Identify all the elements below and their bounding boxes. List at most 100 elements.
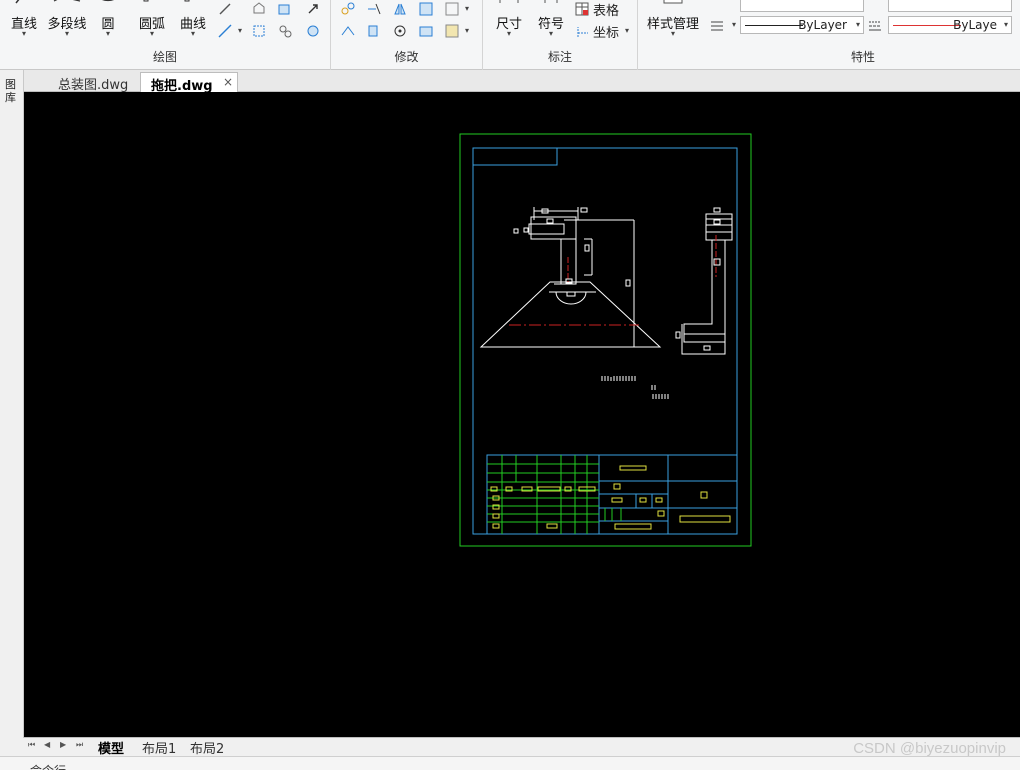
rotate-tool-icon[interactable] bbox=[391, 22, 409, 40]
drawing-svg bbox=[459, 133, 752, 547]
curve-button[interactable]: 曲线 ▾ bbox=[176, 0, 210, 44]
arc-icon bbox=[142, 0, 162, 9]
color-line-preview bbox=[893, 25, 961, 26]
arc-button[interactable]: 圆弧 ▾ bbox=[133, 0, 171, 44]
next-layout-icon[interactable]: ▶ bbox=[60, 740, 66, 749]
chevron-down-icon[interactable]: ▾ bbox=[238, 26, 242, 35]
style-manager-icon bbox=[658, 0, 688, 9]
style-panel: 样式管理 ▾ bbox=[638, 0, 706, 70]
tech-notes bbox=[601, 376, 669, 399]
command-line-label: 命令行 bbox=[30, 762, 66, 770]
lineweight-icon[interactable] bbox=[708, 16, 726, 34]
chevron-down-icon[interactable]: ▾ bbox=[465, 26, 469, 35]
move-tool-icon[interactable] bbox=[339, 0, 357, 18]
color-combo[interactable] bbox=[888, 0, 1012, 12]
drawing-canvas[interactable] bbox=[24, 92, 1020, 738]
chevron-down-icon: ▾ bbox=[21, 29, 26, 38]
linetype-value: ByLayer bbox=[798, 18, 847, 32]
modify-panel: ▾ ▾ 修改 bbox=[331, 0, 483, 70]
tab-model[interactable]: 模型 bbox=[98, 738, 124, 757]
fillet-tool-icon[interactable] bbox=[443, 22, 461, 40]
circle-button[interactable]: 圆 ▾ bbox=[92, 0, 124, 44]
last-layout-icon[interactable]: ⏭ bbox=[76, 740, 83, 750]
dimension-markers-side bbox=[675, 207, 721, 351]
close-icon[interactable]: × bbox=[223, 75, 233, 89]
stretch-tool-icon[interactable] bbox=[339, 22, 357, 40]
left-palette-strip: 图库 bbox=[0, 70, 24, 738]
style-manager-button[interactable]: 样式管理 ▾ bbox=[642, 0, 704, 44]
prev-layout-icon[interactable]: ◀ bbox=[44, 740, 50, 749]
modify-panel-title: 修改 bbox=[394, 50, 419, 64]
trim-tool-icon[interactable] bbox=[365, 0, 383, 18]
sheet-border bbox=[459, 133, 752, 547]
first-layout-icon[interactable]: ⏮ bbox=[28, 740, 35, 750]
coordinate-icon[interactable] bbox=[573, 22, 591, 40]
chevron-down-icon[interactable]: ▾ bbox=[625, 26, 629, 35]
chevron-down-icon[interactable]: ▾ bbox=[465, 4, 469, 13]
dimension-icon bbox=[497, 0, 521, 9]
properties-panel-title: 特性 bbox=[850, 50, 875, 64]
tab-layout-2[interactable]: 布局2 bbox=[190, 738, 224, 757]
drawing-frame bbox=[472, 147, 738, 535]
palette-tab-library[interactable]: 图库 bbox=[5, 78, 19, 104]
chevron-down-icon: ▾ bbox=[548, 29, 553, 38]
dimension-button[interactable]: 尺寸 ▾ bbox=[493, 0, 525, 44]
offset-tool-icon[interactable] bbox=[417, 22, 435, 40]
tab-mop-drawing[interactable]: 拖把.dwg × bbox=[140, 72, 238, 94]
tab-label: 总装图.dwg bbox=[58, 78, 129, 93]
watermark: CSDN @biyezuopinvip bbox=[853, 740, 1006, 757]
array-tool-icon[interactable] bbox=[443, 0, 461, 18]
pointer-tool-icon[interactable] bbox=[304, 0, 322, 18]
annotate-panel-title: 标注 bbox=[547, 50, 572, 64]
color-value: ByLaye bbox=[953, 18, 997, 32]
frame-tag-box bbox=[473, 148, 558, 166]
chevron-down-icon: ▾ bbox=[190, 29, 195, 38]
side-view bbox=[681, 213, 733, 355]
wipeout-tool-icon[interactable] bbox=[304, 22, 322, 40]
polyline-icon bbox=[52, 0, 82, 9]
mirror-tool-icon[interactable] bbox=[391, 0, 409, 18]
ribbon: 直线 ▾ 多段线 ▾ 圆 ▾ 圆弧 ▾ 曲线 ▾ ▾ 绘图 ▾ ▾ 修改 尺寸 … bbox=[0, 0, 1020, 70]
line-icon bbox=[14, 0, 34, 9]
region-tool-icon[interactable] bbox=[250, 22, 268, 40]
tab-assembly-drawing[interactable]: 总装图.dwg bbox=[48, 72, 140, 93]
curve-icon bbox=[183, 0, 203, 9]
properties-panel: ▾ ByLayer ▾ ByLaye ▾ 特性 bbox=[706, 0, 1020, 70]
title-block bbox=[486, 454, 738, 535]
chevron-down-icon: ▾ bbox=[1003, 20, 1008, 29]
chevron-down-icon: ▾ bbox=[506, 29, 511, 38]
linetype-preview bbox=[745, 25, 803, 26]
color-line-combo[interactable]: ByLaye ▾ bbox=[888, 16, 1012, 34]
scale-tool-icon[interactable] bbox=[417, 0, 435, 18]
boundary-tool-icon[interactable] bbox=[276, 22, 294, 40]
construction-line-icon[interactable] bbox=[216, 22, 234, 40]
hatch-tool-icon[interactable] bbox=[276, 0, 294, 18]
table-icon[interactable] bbox=[573, 0, 591, 18]
rectangle-tool-icon[interactable] bbox=[250, 0, 268, 18]
command-line[interactable]: 命令行 bbox=[0, 756, 1020, 770]
draw-panel-title: 绘图 bbox=[152, 50, 177, 64]
chevron-down-icon: ▾ bbox=[670, 29, 675, 38]
cad-application: 直线 ▾ 多段线 ▾ 圆 ▾ 圆弧 ▾ 曲线 ▾ ▾ 绘图 ▾ ▾ 修改 尺寸 … bbox=[0, 0, 1020, 770]
line-pattern-icon[interactable] bbox=[866, 16, 884, 34]
copy-tool-icon[interactable] bbox=[365, 22, 383, 40]
document-tab-bar: 总装图.dwg 拖把.dwg × bbox=[24, 70, 1020, 94]
line-button[interactable]: 直线 ▾ bbox=[6, 0, 42, 44]
linetype-combo[interactable]: ByLayer ▾ bbox=[740, 16, 864, 34]
tab-layout-1[interactable]: 布局1 bbox=[142, 738, 176, 757]
front-view bbox=[479, 207, 662, 348]
draw-panel: 直线 ▾ 多段线 ▾ 圆 ▾ 圆弧 ▾ 曲线 ▾ ▾ 绘图 bbox=[0, 0, 331, 70]
ray-tool-icon[interactable] bbox=[216, 0, 234, 18]
coordinate-button[interactable]: 坐标 bbox=[593, 22, 619, 41]
chevron-down-icon: ▾ bbox=[855, 20, 860, 29]
table-button[interactable]: 表格 bbox=[593, 0, 619, 19]
layer-combo[interactable] bbox=[740, 0, 864, 12]
chevron-down-icon: ▾ bbox=[64, 29, 69, 38]
chevron-down-icon[interactable]: ▾ bbox=[732, 20, 736, 29]
symbol-icon bbox=[539, 0, 563, 9]
chevron-down-icon: ▾ bbox=[149, 29, 154, 38]
symbol-button[interactable]: 符号 ▾ bbox=[535, 0, 567, 44]
chevron-down-icon: ▾ bbox=[105, 29, 110, 38]
polyline-button[interactable]: 多段线 ▾ bbox=[44, 0, 90, 44]
circle-icon bbox=[93, 0, 123, 9]
